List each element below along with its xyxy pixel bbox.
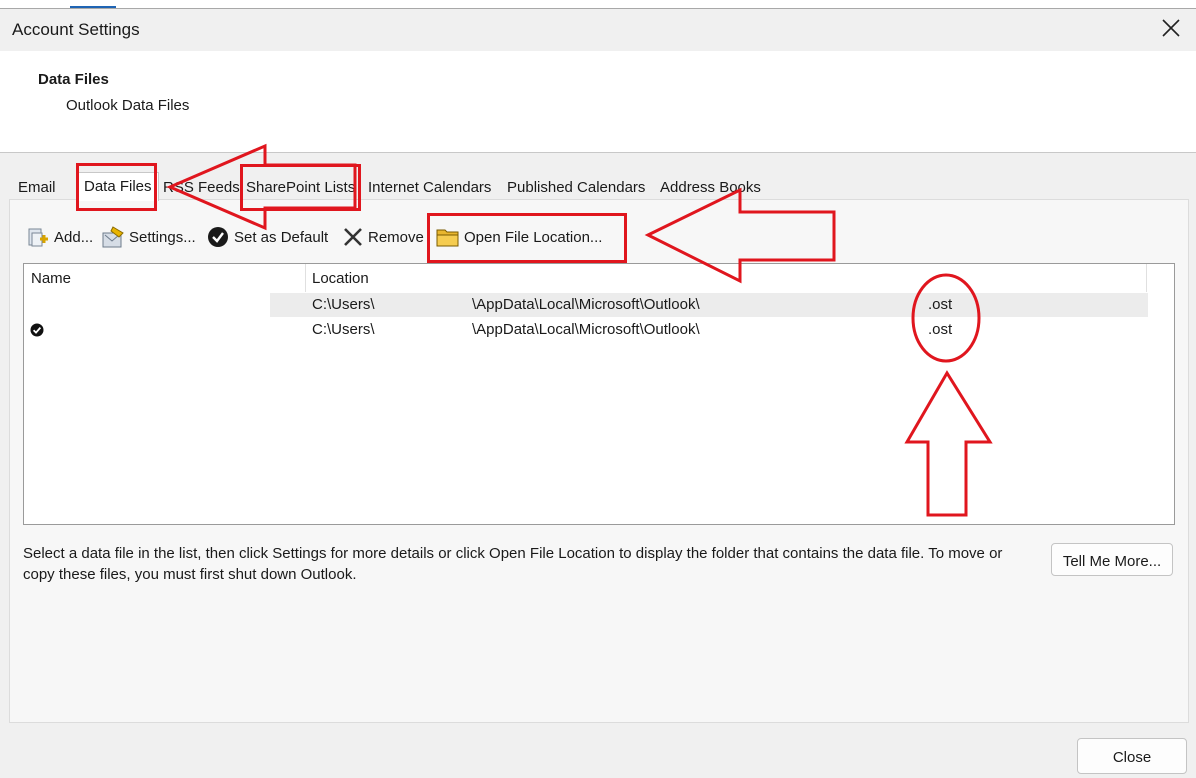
description-text: Select a data file in the list, then cli… [23, 545, 1003, 583]
location-cell: C:\Users\ [312, 321, 375, 338]
annotation-box-data-files-tab [76, 163, 157, 211]
top-border [0, 0, 1196, 9]
header-title: Data Files [38, 71, 109, 88]
annotation-box-open-file-location [427, 213, 627, 263]
row-selection-highlight [270, 293, 1148, 317]
column-divider[interactable] [1146, 264, 1147, 292]
annotation-box-sharepoint-tab [240, 164, 361, 211]
set-as-default-button[interactable]: Set as Default [206, 224, 328, 250]
close-button[interactable]: Close [1077, 738, 1187, 774]
column-header-location[interactable]: Location [312, 264, 369, 292]
tab-address-books[interactable]: Address Books [654, 176, 767, 200]
table-row[interactable]: C:\Users\ \AppData\Local\Microsoft\Outlo… [24, 318, 1148, 342]
dialog-header: Data Files Outlook Data Files [0, 51, 1196, 153]
accent-line [70, 6, 116, 8]
column-header-name[interactable]: Name [31, 264, 71, 292]
add-button[interactable]: Add... [26, 224, 93, 250]
window-title: Account Settings [12, 20, 140, 39]
title-bar: Account Settings [0, 9, 1196, 51]
add-icon [28, 228, 48, 247]
file-extension-cell: .ost [928, 296, 953, 313]
location-path-cell: \AppData\Local\Microsoft\Outlook\ [472, 321, 700, 338]
add-label: Add... [54, 228, 94, 246]
settings-label: Settings... [129, 228, 196, 246]
tell-me-more-button[interactable]: Tell Me More... [1051, 543, 1173, 576]
tab-email[interactable]: Email [12, 176, 62, 200]
tab-rss-feeds[interactable]: RSS Feeds [157, 176, 246, 200]
header-subtitle: Outlook Data Files [66, 97, 190, 114]
settings-icon [102, 226, 124, 248]
settings-button[interactable]: Settings... [101, 224, 196, 250]
table-row[interactable]: C:\Users\ \AppData\Local\Microsoft\Outlo… [24, 293, 1148, 317]
tab-internet-calendars[interactable]: Internet Calendars [362, 176, 497, 200]
file-extension-cell: .ost [928, 321, 953, 338]
remove-label: Remove [368, 228, 424, 246]
location-path-cell: \AppData\Local\Microsoft\Outlook\ [472, 296, 700, 313]
set-as-default-label: Set as Default [234, 228, 329, 246]
checkmark-circle-icon [208, 227, 228, 247]
default-checkmark-icon [30, 323, 44, 337]
location-cell: C:\Users\ [312, 296, 375, 313]
remove-button[interactable]: Remove [342, 224, 424, 250]
column-divider[interactable] [305, 264, 306, 292]
tab-published-calendars[interactable]: Published Calendars [501, 176, 651, 200]
data-files-list[interactable]: Name Location C:\Users\ \AppData\Local\M… [23, 263, 1175, 525]
close-icon[interactable] [1160, 17, 1182, 39]
remove-icon [344, 228, 362, 246]
